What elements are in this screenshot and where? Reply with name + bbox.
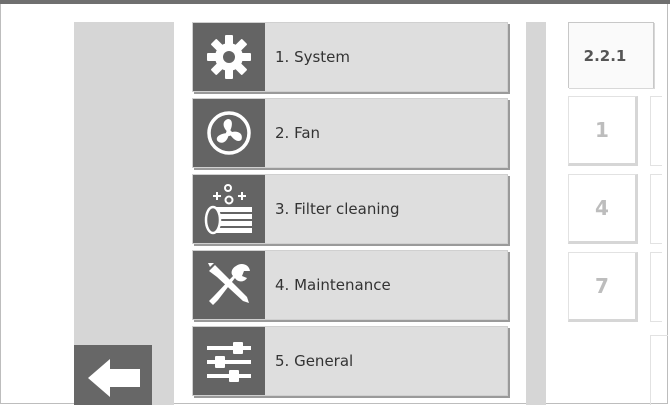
menu-id-value: 2.2.1 [583, 46, 627, 65]
menu-icon-box [193, 23, 265, 91]
keypad-key-partial[interactable] [650, 252, 662, 322]
keypad-key-label: 7 [595, 274, 609, 298]
menu-item-label: 3. Filter cleaning [275, 200, 400, 218]
arrow-left-icon [88, 359, 140, 397]
divider-strip [526, 22, 546, 405]
keypad-key-1[interactable]: 1 [568, 96, 638, 166]
menu-item-general[interactable]: 5. General [192, 326, 508, 396]
filter-cleaning-icon [204, 184, 252, 235]
menu-icon-box [193, 175, 265, 243]
menu-item-filter-cleaning[interactable]: 3. Filter cleaning [192, 174, 508, 244]
menu-item-label: 2. Fan [275, 124, 321, 142]
keypad-key-7[interactable]: 7 [568, 252, 638, 322]
menu-icon-box [193, 251, 265, 319]
keypad-key-partial[interactable] [650, 335, 668, 405]
back-button[interactable] [74, 345, 152, 405]
menu-icon-box [193, 99, 265, 167]
menu-item-maintenance[interactable]: 4. Maintenance [192, 250, 508, 320]
settings-screen: 1. System 2. Fan 3. Filter cleaning 4. M… [0, 0, 670, 405]
menu-icon-box [193, 327, 265, 395]
menu-item-label: 1. System [275, 48, 351, 66]
settings-menu: 1. System 2. Fan 3. Filter cleaning 4. M… [192, 22, 510, 405]
menu-id-tab: 2.2.1 [568, 22, 654, 88]
fan-icon [207, 111, 251, 155]
menu-item-label: 5. General [275, 352, 354, 370]
menu-item-label: 4. Maintenance [275, 276, 391, 294]
gear-icon [207, 35, 251, 79]
keypad-key-4[interactable]: 4 [568, 174, 638, 244]
keypad-key-partial[interactable] [650, 96, 662, 166]
sliders-icon [207, 342, 251, 382]
menu-item-system[interactable]: 1. System [192, 22, 508, 92]
keypad-key-partial[interactable] [650, 174, 662, 244]
keypad-key-label: 4 [595, 196, 609, 220]
keypad-key-label: 1 [595, 118, 609, 142]
menu-item-fan[interactable]: 2. Fan [192, 98, 508, 168]
tools-icon [208, 263, 250, 305]
